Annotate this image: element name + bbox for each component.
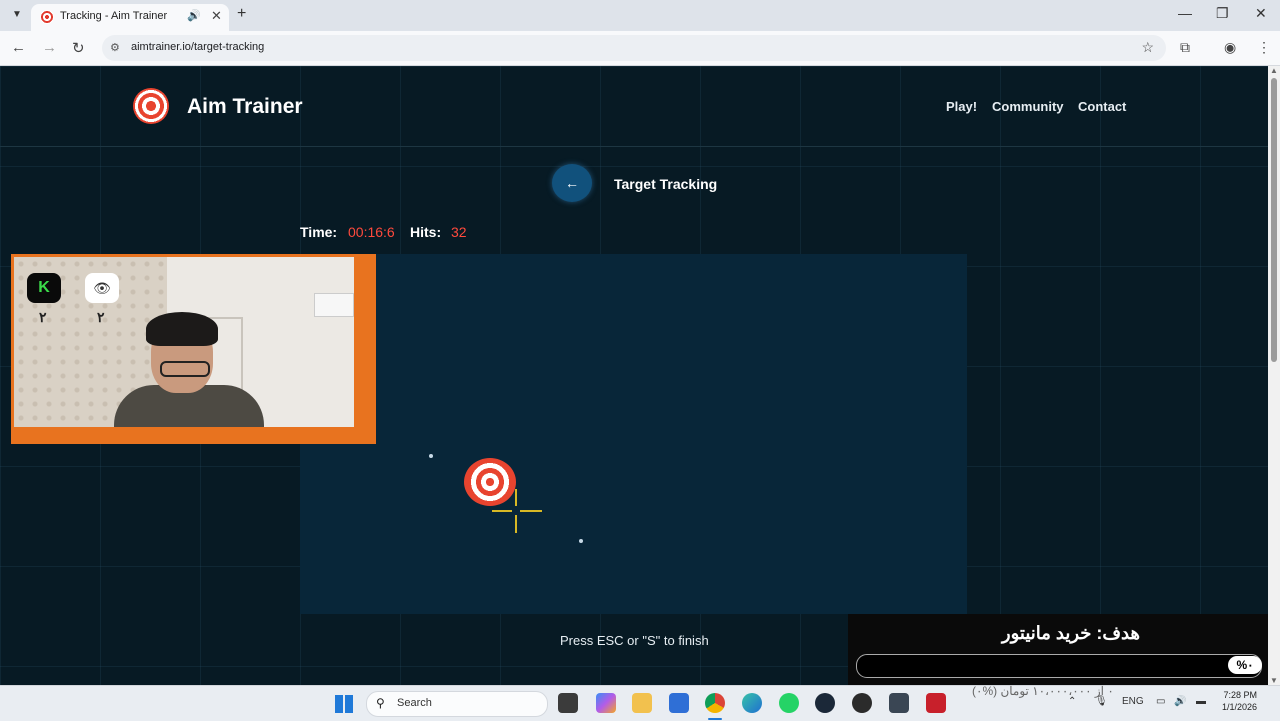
search-placeholder: Search: [397, 697, 432, 709]
arena-particle: [579, 539, 583, 543]
webcam-overlay: K ۲ 👁 ۲: [11, 254, 376, 444]
page-viewport: Aim Trainer Play! Community Contact ← Ta…: [0, 66, 1268, 685]
finish-hint: Press ESC or "S" to finish: [560, 633, 709, 648]
browser-tab[interactable]: Tracking - Aim Trainer 🔊 ✕: [31, 4, 229, 31]
game-arena[interactable]: [300, 254, 967, 614]
windows-start-icon[interactable]: [335, 695, 353, 713]
tab-title: Tracking - Aim Trainer: [60, 10, 168, 22]
volume-icon[interactable]: 🔊: [1174, 696, 1186, 707]
scroll-down-icon[interactable]: ▼: [1270, 676, 1278, 685]
target-logo-icon[interactable]: [133, 88, 169, 124]
window-close-icon[interactable]: ✕: [1255, 5, 1267, 22]
air-conditioner: [314, 293, 354, 317]
glasses: [160, 361, 210, 377]
mode-title: Target Tracking: [614, 176, 718, 192]
target-favicon-icon: [40, 10, 54, 24]
file-explorer-icon[interactable]: [632, 693, 652, 713]
arena-particle: [429, 454, 433, 458]
time-label: Time:: [300, 224, 338, 240]
chrome-icon[interactable]: [705, 693, 725, 713]
address-bar[interactable]: ⚙ aimtrainer.io/target-tracking ☆: [102, 35, 1166, 61]
goal-percent: %۰: [1228, 656, 1262, 674]
time-value: 00:16:6: [348, 224, 395, 240]
moving-target[interactable]: [464, 458, 516, 506]
url-text[interactable]: aimtrainer.io/target-tracking: [131, 41, 264, 53]
obs-icon[interactable]: [852, 693, 872, 713]
site-logo-text[interactable]: Aim Trainer: [187, 95, 303, 119]
clock-time: 7:28 PM: [1223, 690, 1258, 700]
taskbar-clock[interactable]: 7:28 PM 1/1/2026: [1222, 689, 1257, 713]
plus-icon[interactable]: +: [237, 5, 246, 23]
kick-follow-count: ۲: [39, 309, 47, 325]
close-icon[interactable]: ✕: [211, 8, 222, 24]
hits-value: 32: [451, 224, 467, 240]
taskbar-search[interactable]: ⚲ Search: [366, 691, 548, 717]
nav-link-contact[interactable]: Contact: [1078, 99, 1126, 114]
nav-link-play[interactable]: Play!: [946, 99, 977, 114]
goal-progress-bar: [856, 654, 1262, 678]
crosshair-icon: [492, 510, 542, 512]
search-icon: ⚲: [376, 696, 385, 710]
arrow-right-icon[interactable]: →: [42, 39, 57, 56]
copilot-icon[interactable]: [596, 693, 616, 713]
browser-toolbar: ← → ↻ ⚙ aimtrainer.io/target-tracking ☆ …: [0, 31, 1280, 66]
whatsapp-icon[interactable]: [779, 693, 799, 713]
tune-icon[interactable]: ⚙: [110, 41, 120, 54]
steam-icon[interactable]: [815, 693, 835, 713]
nav-link-community[interactable]: Community: [992, 99, 1064, 114]
tab-search-chevron-down-icon[interactable]: ▼: [9, 7, 25, 23]
back-button[interactable]: ←: [552, 164, 592, 202]
kick-logo-icon: K: [27, 273, 61, 303]
store-icon[interactable]: [669, 693, 689, 713]
webcam-video: K ۲ 👁 ۲: [14, 257, 354, 427]
star-icon[interactable]: ☆: [1141, 39, 1154, 56]
page-scrollbar[interactable]: ▲ ▼: [1268, 66, 1280, 685]
person-hair: [146, 312, 218, 346]
speaker-icon[interactable]: 🔊: [187, 9, 201, 22]
account-icon[interactable]: ◉: [1224, 39, 1236, 56]
task-view-icon[interactable]: [558, 693, 578, 713]
tab-strip: ▼ Tracking - Aim Trainer 🔊 ✕ + — ❐ ✕: [0, 0, 1280, 31]
eye-icon: 👁: [85, 273, 119, 303]
goal-title: هدف: خرید مانیتور: [1001, 623, 1140, 643]
header-divider: [0, 146, 1268, 147]
edge-icon[interactable]: [742, 693, 762, 713]
scroll-up-icon[interactable]: ▲: [1270, 66, 1278, 75]
language-indicator[interactable]: ENG: [1122, 696, 1144, 707]
kebab-menu-icon[interactable]: ⋮: [1257, 39, 1271, 56]
battlefield-icon[interactable]: [926, 693, 946, 713]
app-icon[interactable]: [889, 693, 909, 713]
viewer-count: ۲: [97, 309, 105, 325]
hits-label: Hits:: [410, 224, 442, 240]
crosshair-icon: [515, 489, 517, 533]
arrow-left-icon[interactable]: ←: [11, 39, 26, 56]
maximize-icon[interactable]: ❐: [1216, 5, 1229, 22]
scroll-thumb[interactable]: [1271, 78, 1277, 362]
battery-icon[interactable]: ▬: [1196, 696, 1206, 707]
puzzle-icon[interactable]: ⧉: [1180, 39, 1190, 56]
minimize-icon[interactable]: —: [1178, 5, 1192, 21]
arrow-left-icon: ←: [565, 175, 579, 191]
goal-subtitle: ۰ از ۱۰،۰۰۰،۰۰۰ تومان (%۰): [972, 684, 1114, 698]
reload-icon[interactable]: ↻: [72, 39, 85, 57]
clock-date: 1/1/2026: [1222, 702, 1258, 712]
goal-overlay: هدف: خرید مانیتور %۰: [848, 614, 1268, 685]
network-icon[interactable]: ▭: [1156, 696, 1165, 707]
